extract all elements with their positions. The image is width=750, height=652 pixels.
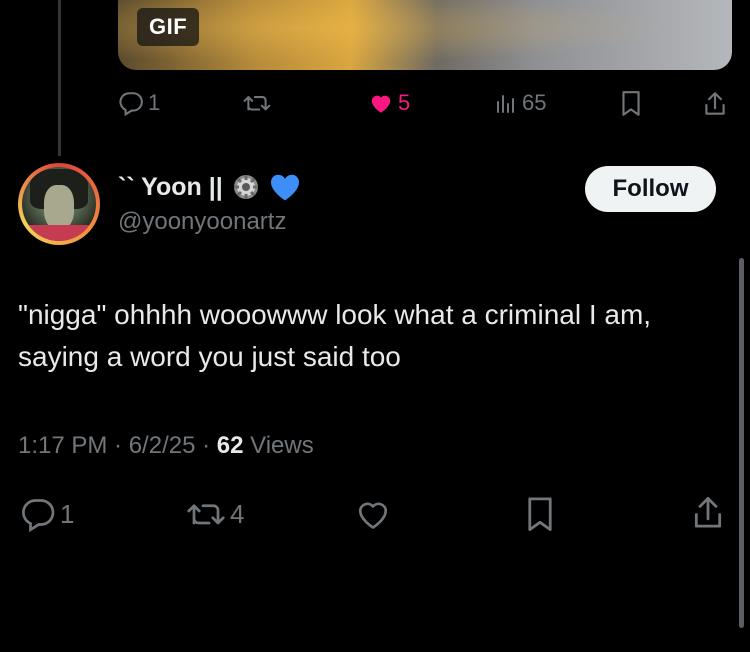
- tweet-text: "nigga" ohhhh wooowww look what a crimin…: [18, 299, 652, 372]
- reply-count: 1: [60, 498, 75, 529]
- author-name-row[interactable]: `` Yoon ||: [118, 172, 301, 202]
- timestamp[interactable]: 1:17 PM · 6/2/25 ·: [18, 432, 217, 459]
- gif-badge: GIF: [137, 8, 200, 46]
- bookmark-icon: [622, 91, 640, 116]
- prev-repost-button[interactable]: [243, 90, 271, 116]
- share-icon: [705, 92, 725, 115]
- views-count: 62: [216, 432, 244, 459]
- tweet-meta: 1:17 PM · 6/2/25 · 62 Views: [18, 432, 314, 460]
- repost-button[interactable]: 4: [186, 496, 244, 532]
- gear-icon: [233, 175, 258, 199]
- share-button[interactable]: [690, 494, 726, 532]
- prev-bookmark-button[interactable]: [620, 90, 642, 118]
- reply-icon: [119, 92, 143, 116]
- repost-icon: [187, 504, 225, 525]
- blue-heart-icon: [270, 174, 299, 201]
- like-icon-filled: [371, 95, 391, 113]
- thread-connector-line: [58, 0, 61, 156]
- share-icon: [694, 496, 722, 528]
- prev-like-count: 5: [398, 90, 411, 115]
- follow-button[interactable]: Follow: [585, 166, 716, 212]
- prev-like-button[interactable]: 5: [368, 90, 410, 116]
- bookmark-button[interactable]: [524, 496, 556, 534]
- reply-button[interactable]: 1: [20, 496, 74, 532]
- prev-views-count: 65: [522, 90, 547, 115]
- prev-views-button[interactable]: 65: [494, 90, 546, 116]
- views-icon: [497, 95, 514, 113]
- avatar[interactable]: [18, 163, 100, 245]
- avatar-image: [22, 167, 96, 241]
- gif-media[interactable]: [118, 0, 732, 70]
- prev-reply-button[interactable]: 1: [118, 90, 160, 116]
- like-button[interactable]: [354, 496, 392, 532]
- display-name: `` Yoon ||: [118, 172, 223, 201]
- handle[interactable]: @yoonyoonartz: [118, 208, 286, 236]
- prev-reply-count: 1: [148, 90, 161, 115]
- like-icon: [358, 502, 388, 529]
- scrollbar[interactable]: [739, 258, 744, 628]
- views-label: Views: [243, 432, 314, 459]
- repost-icon: [243, 96, 271, 111]
- reply-icon: [22, 499, 55, 532]
- prev-share-button[interactable]: [702, 90, 728, 118]
- bookmark-icon: [528, 497, 552, 532]
- repost-count: 4: [230, 498, 245, 529]
